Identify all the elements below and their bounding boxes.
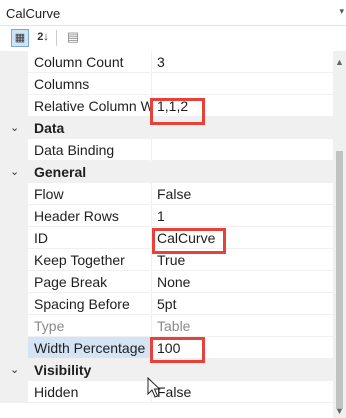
toolbar-separator: [56, 30, 57, 46]
property-name: Type: [28, 315, 150, 337]
property-value[interactable]: 1,1,2: [151, 95, 333, 117]
property-name: Keep Together: [28, 249, 150, 271]
property-name: Width Percentage: [28, 337, 150, 359]
property-value[interactable]: 5pt: [151, 293, 333, 315]
category-general[interactable]: ⌄ General: [0, 161, 333, 183]
row-gutter: [0, 227, 28, 249]
row-gutter: [0, 249, 28, 271]
scroll-up-icon[interactable]: ▲: [335, 57, 344, 67]
property-value[interactable]: 3: [151, 51, 333, 73]
row-gutter: [0, 315, 28, 337]
property-name: Flow: [28, 183, 150, 205]
row-gutter: [0, 95, 28, 117]
row-gutter: [0, 51, 28, 73]
property-value[interactable]: [151, 139, 333, 161]
property-name: Hidden: [28, 381, 150, 403]
mouse-cursor-icon: [147, 377, 161, 398]
property-row-columns[interactable]: Columns: [0, 73, 333, 95]
row-gutter: [0, 271, 28, 293]
property-row-header-rows[interactable]: Header Rows 1: [0, 205, 333, 227]
property-name: Spacing Before: [28, 293, 150, 315]
property-value[interactable]: CalCurve: [151, 227, 333, 249]
collapse-chevron-icon[interactable]: ⌄: [10, 117, 19, 139]
property-value[interactable]: None: [151, 271, 333, 293]
chevron-down-icon[interactable]: ▾: [339, 6, 344, 17]
property-row-page-break[interactable]: Page Break None: [0, 271, 333, 293]
collapse-chevron-icon[interactable]: ⌄: [10, 359, 19, 381]
property-row-type: Type Table: [0, 315, 333, 337]
category-visibility[interactable]: ⌄ Visibility: [0, 359, 333, 381]
property-row-data-binding[interactable]: Data Binding: [0, 139, 333, 161]
property-value[interactable]: False: [151, 381, 333, 403]
property-value[interactable]: True: [151, 249, 333, 271]
property-row-hidden[interactable]: Hidden False: [0, 381, 333, 403]
property-name: Columns: [28, 73, 150, 95]
property-row-id[interactable]: ID CalCurve: [0, 227, 333, 249]
property-name: Page Break: [28, 271, 150, 293]
property-value: Table: [151, 315, 333, 337]
row-gutter: [0, 139, 28, 161]
row-gutter: [0, 337, 28, 359]
row-gutter: [0, 381, 28, 403]
property-value[interactable]: False: [151, 183, 333, 205]
scroll-down-icon[interactable]: ▼: [335, 406, 344, 416]
object-selector-label: CalCurve: [6, 6, 61, 21]
category-label: General: [34, 164, 87, 180]
category-data[interactable]: ⌄ Data: [0, 117, 333, 139]
property-name: Data Binding: [28, 139, 150, 161]
property-row-width-percentage[interactable]: Width Percentage 100: [0, 337, 333, 359]
property-row-flow[interactable]: Flow False: [0, 183, 333, 205]
vertical-scrollbar[interactable]: ▲ ▼: [333, 51, 346, 418]
property-value[interactable]: 1: [151, 205, 333, 227]
property-row-column-count[interactable]: Column Count 3: [0, 51, 333, 73]
property-row-keep-together[interactable]: Keep Together True: [0, 249, 333, 271]
object-selector[interactable]: CalCurve ▾: [0, 0, 346, 26]
property-pages-button[interactable]: ▤: [64, 29, 82, 47]
property-name: Header Rows: [28, 205, 150, 227]
row-gutter: [0, 183, 28, 205]
property-row-relative-column-widths[interactable]: Relative Column W 1,1,2: [0, 95, 333, 117]
category-label: Visibility: [34, 362, 92, 378]
properties-toolbar: ▦ 2↓ ▤: [0, 26, 346, 50]
property-row-spacing-before[interactable]: Spacing Before 5pt: [0, 293, 333, 315]
property-name: Column Count: [28, 51, 150, 73]
property-value[interactable]: 100: [151, 337, 333, 359]
row-gutter: [0, 205, 28, 227]
collapse-chevron-icon[interactable]: ⌄: [10, 161, 19, 183]
row-gutter: [0, 293, 28, 315]
row-gutter: [0, 73, 28, 95]
scrollbar-thumb[interactable]: [336, 151, 343, 409]
alphabetical-sort-button[interactable]: 2↓: [34, 29, 52, 47]
category-label: Data: [34, 120, 65, 136]
property-value[interactable]: [151, 73, 333, 95]
property-name: Relative Column W: [28, 95, 150, 117]
property-name: ID: [28, 227, 150, 249]
categorized-view-button[interactable]: ▦: [11, 29, 29, 47]
property-grid: Column Count 3 Columns Relative Column W…: [0, 51, 333, 418]
